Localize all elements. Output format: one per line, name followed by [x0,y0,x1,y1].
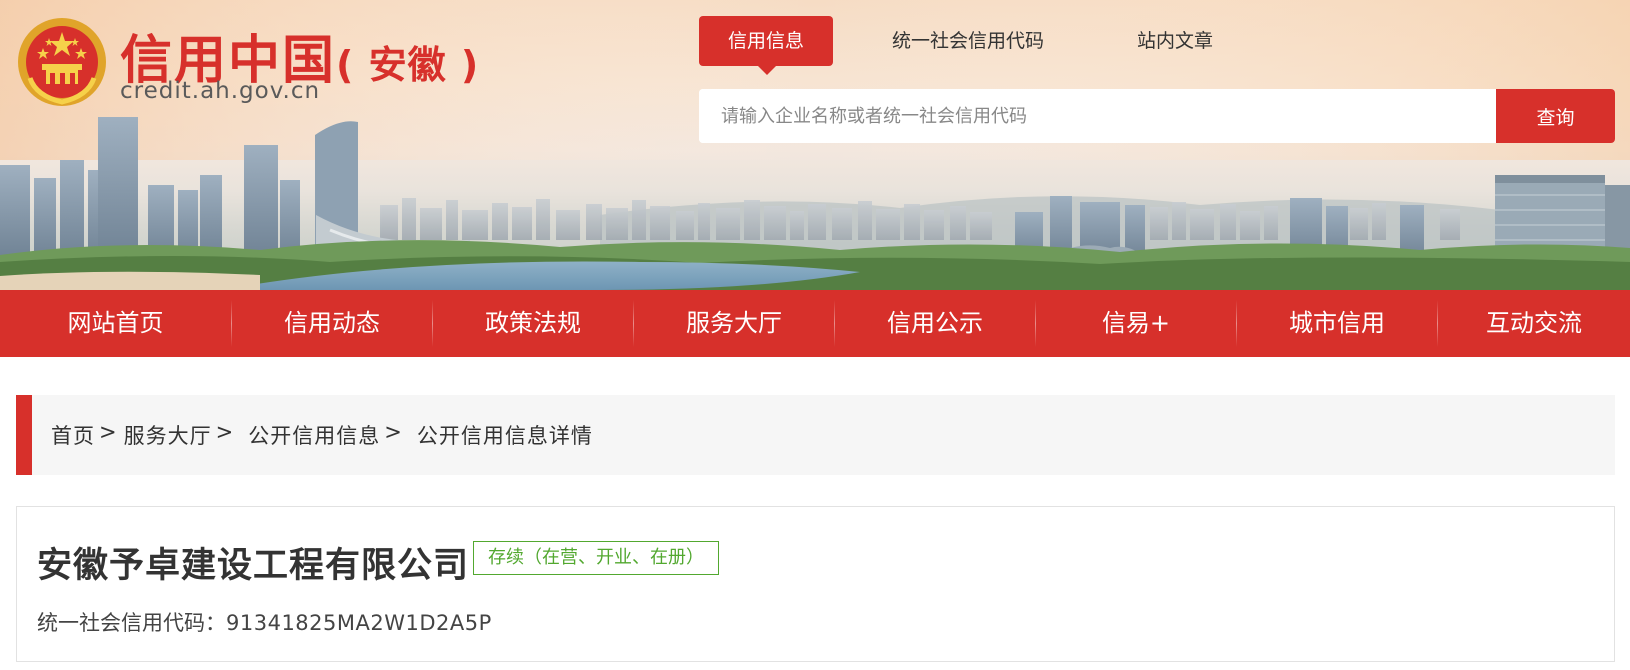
breadcrumb-accent-bar [16,395,32,475]
site-region: ( 安徽 ) [336,43,480,87]
company-name: 安徽予卓建设工程有限公司 [37,546,470,586]
search-tab-site-articles[interactable]: 站内文章 [1095,16,1255,66]
company-info-card: 安徽予卓建设工程有限公司 存续（在营、开业、在册） 统一社会信用代码：91341… [16,506,1615,662]
search-tab-uscc[interactable]: 统一社会信用代码 [863,16,1073,66]
nav-item-xinyi-plus[interactable]: 信易+ [1036,290,1236,357]
search-tab-credit-info[interactable]: 信用信息 [699,16,833,75]
breadcrumb-current-page: 公开信用信息详情 [416,424,593,448]
nav-item-credit-publicity[interactable]: 信用公示 [835,290,1035,357]
breadcrumb-separator: > [384,420,403,444]
header-banner: 信用中国( 安徽 ) credit.ah.gov.cn 信用信息 统一社会信用代… [0,0,1630,290]
search-input[interactable] [699,89,1496,143]
breadcrumb-separator: > [215,420,235,444]
breadcrumb-trail: 首页 > 服务大厅 > 公开信用信息 > 公开信用信息详情 [32,420,593,450]
breadcrumb-service-hall[interactable]: 服务大厅 [124,420,212,450]
search-box: 查询 [699,89,1615,143]
uscc-row: 统一社会信用代码：91341825MA2W1D2A5P [37,607,492,637]
nav-item-service-hall[interactable]: 服务大厅 [634,290,834,357]
search-button[interactable]: 查询 [1496,89,1615,143]
national-emblem-icon [18,18,106,106]
search-tabs: 信用信息 统一社会信用代码 站内文章 [699,16,1255,75]
breadcrumb-separator: > [99,420,118,444]
breadcrumb: 首页 > 服务大厅 > 公开信用信息 > 公开信用信息详情 [16,395,1615,475]
uscc-value: 91341825MA2W1D2A5P [226,611,492,635]
status-badge: 存续（在营、开业、在册） [473,541,719,575]
nav-item-credit-news[interactable]: 信用动态 [232,290,432,357]
breadcrumb-home[interactable]: 首页 [51,420,95,450]
nav-item-interaction[interactable]: 互动交流 [1438,290,1630,357]
site-domain: credit.ah.gov.cn [120,78,321,104]
breadcrumb-public-credit-info[interactable]: 公开信用信息 [248,420,380,450]
nav-item-city-credit[interactable]: 城市信用 [1237,290,1437,357]
nav-item-home[interactable]: 网站首页 [0,290,231,357]
main-nav: 网站首页 信用动态 政策法规 服务大厅 信用公示 信易+ 城市信用 互动交流 [0,290,1630,357]
uscc-label: 统一社会信用代码： [37,611,226,635]
nav-item-policies[interactable]: 政策法规 [433,290,633,357]
